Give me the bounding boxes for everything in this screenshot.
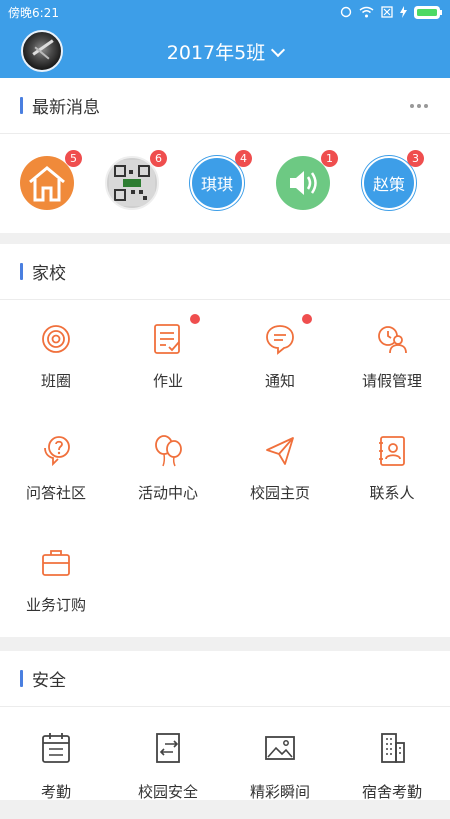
- safety-section: 安全 考勤 校园安全 精彩瞬间 宿舍考勤: [0, 651, 450, 801]
- class-title: 2017年5班: [166, 42, 266, 64]
- home-school-section: 家校 班圈 作业 通知 请假管理 问答社区 活动中心 校园主页 联系人 业务订购: [0, 244, 450, 637]
- grid-label: 宿舍考勤: [361, 783, 422, 801]
- grid-label: 业务订购: [25, 596, 86, 614]
- class-selector[interactable]: 2017年5班: [0, 38, 450, 65]
- more-icon[interactable]: [410, 104, 428, 108]
- building-icon: [381, 733, 405, 763]
- unread-badge: 6: [150, 150, 167, 167]
- sim-icon: [381, 6, 393, 18]
- grid-item-leave[interactable]: 请假管理: [336, 300, 448, 412]
- section-marker: [20, 670, 23, 687]
- grid-item-homework[interactable]: 作业: [112, 300, 224, 412]
- section-header: 最新消息: [0, 78, 450, 134]
- grid-label: 精彩瞬间: [249, 783, 310, 801]
- contact-name: 赵策: [372, 175, 405, 194]
- alarm-icon: [340, 6, 352, 18]
- balloon-icon: [155, 435, 182, 467]
- section-title: 最新消息: [32, 98, 100, 118]
- qrcode-avatar: [109, 160, 155, 206]
- grid-item-qa[interactable]: 问答社区: [0, 412, 112, 524]
- leave-icon: [378, 326, 407, 354]
- unread-badge: 1: [321, 150, 338, 167]
- grid-item-class-circle[interactable]: 班圈: [0, 300, 112, 412]
- news-item[interactable]: 琪琪 4: [190, 150, 252, 210]
- section-marker: [20, 263, 23, 280]
- contact-name: 琪琪: [200, 175, 233, 194]
- latest-news-section: 最新消息 5 6 琪琪 4 1 赵策 3: [0, 78, 450, 233]
- grid-item-campus-safety[interactable]: 校园安全: [112, 707, 224, 819]
- grid-label: 问答社区: [25, 484, 86, 502]
- grid-label: 校园安全: [137, 783, 198, 801]
- contacts-icon: [379, 436, 405, 466]
- unread-badge: 5: [65, 150, 82, 167]
- grid-label: 请假管理: [361, 372, 422, 390]
- unread-badge: 4: [235, 150, 252, 167]
- section-title: 家校: [32, 264, 66, 284]
- section-title: 安全: [32, 671, 66, 691]
- paper-plane-icon: [266, 437, 294, 465]
- unread-badge: 3: [407, 150, 424, 167]
- picture-icon: [265, 736, 295, 760]
- news-item[interactable]: 5: [20, 150, 82, 210]
- news-item[interactable]: 6: [105, 150, 167, 210]
- wifi-icon: [359, 6, 374, 18]
- grid-label: 作业: [152, 372, 183, 390]
- qa-icon: [44, 436, 70, 467]
- grid-item-activity[interactable]: 活动中心: [112, 412, 224, 524]
- circle-icon: [42, 325, 70, 353]
- grid-item-attendance[interactable]: 考勤: [0, 707, 112, 819]
- app-header: 2017年5班: [0, 24, 450, 78]
- charging-icon: [400, 6, 407, 18]
- grid-label: 通知: [264, 372, 295, 390]
- section-header: 家校: [0, 244, 450, 300]
- chevron-down-icon: [271, 42, 286, 58]
- grid-label: 考勤: [40, 783, 71, 801]
- grid-item-dorm-attendance[interactable]: 宿舍考勤: [336, 707, 448, 819]
- speaker-icon: [290, 171, 317, 195]
- new-dot: [190, 314, 200, 324]
- grid-label: 活动中心: [137, 484, 198, 502]
- grid-label: 校园主页: [249, 484, 310, 502]
- battery-icon: [414, 5, 442, 19]
- grid-label: 联系人: [369, 484, 415, 502]
- new-dot: [302, 314, 312, 324]
- house-icon: [29, 166, 65, 202]
- grid-item-campus-home[interactable]: 校园主页: [224, 412, 336, 524]
- status-bar: 傍晚6:21: [0, 0, 450, 24]
- grid-item-highlights[interactable]: 精彩瞬间: [224, 707, 336, 819]
- homework-icon: [154, 324, 180, 354]
- status-time: 傍晚6:21: [8, 5, 59, 20]
- grid-item-contacts[interactable]: 联系人: [336, 412, 448, 524]
- news-list: 5 6 琪琪 4 1 赵策 3: [0, 134, 450, 238]
- grid-label: 班圈: [40, 372, 71, 390]
- notice-icon: [266, 325, 294, 355]
- calendar-icon: [42, 733, 70, 763]
- briefcase-icon: [42, 550, 70, 576]
- section-header: 安全: [0, 651, 450, 707]
- grid-item-business-order[interactable]: 业务订购: [0, 524, 112, 636]
- grid-item-notice[interactable]: 通知: [224, 300, 336, 412]
- section-marker: [20, 97, 23, 114]
- news-item[interactable]: 赵策 3: [362, 150, 424, 210]
- gate-icon: [156, 733, 180, 763]
- news-item[interactable]: 1: [276, 150, 338, 210]
